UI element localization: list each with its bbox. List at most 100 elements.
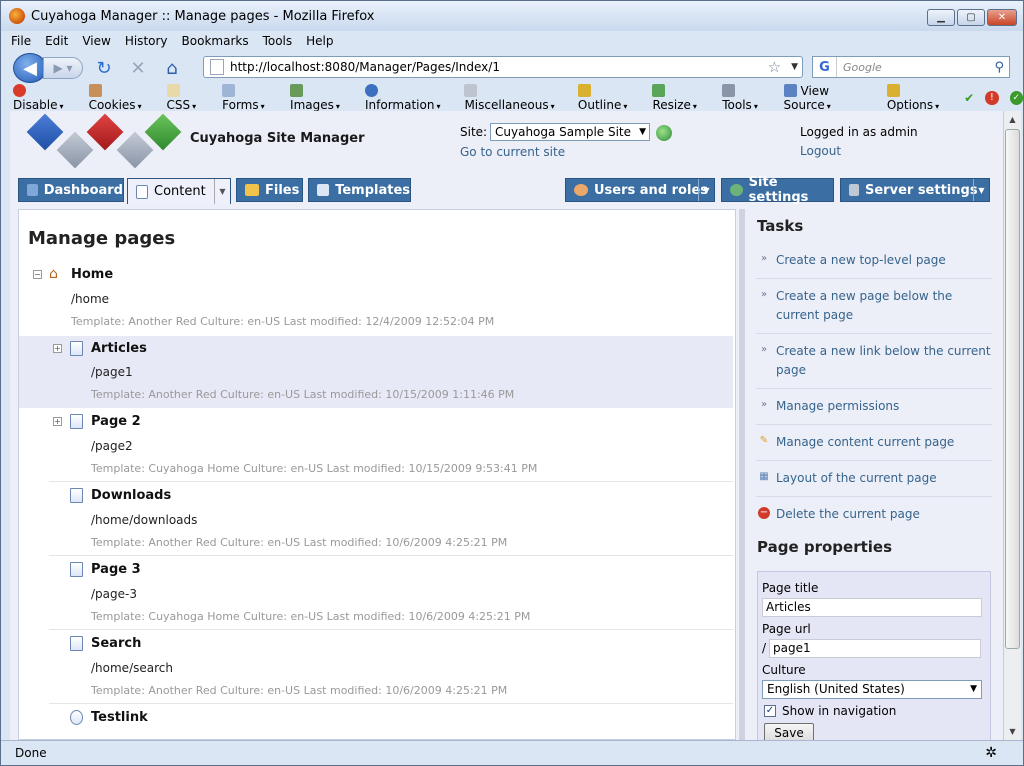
site-manager-title: Cuyahoga Site Manager: [190, 131, 365, 146]
tab-dashboard[interactable]: Dashboard: [18, 178, 124, 202]
page-title-input[interactable]: Articles: [762, 598, 982, 617]
webdev-disable[interactable]: Disable ▾: [13, 84, 78, 112]
tab-users-and-roles[interactable]: Users and roles ▼: [565, 178, 715, 202]
page-tree-item[interactable]: Testlink: [19, 704, 733, 740]
search-engine-icon[interactable]: G: [813, 57, 837, 77]
home-icon[interactable]: ⌂: [159, 55, 185, 81]
webdev-cookies[interactable]: Cookies ▾: [88, 84, 156, 112]
content-menu-caret[interactable]: ▼: [214, 179, 230, 204]
tab-files[interactable]: Files: [236, 178, 303, 202]
menu-help[interactable]: Help: [306, 34, 333, 48]
close-window-button[interactable]: ✕: [987, 9, 1017, 26]
webdev-information[interactable]: Information ▾: [364, 84, 453, 112]
page-name[interactable]: Downloads: [91, 488, 171, 503]
page-tree-item-selected[interactable]: + Articles /page1 Template: Another Red …: [19, 336, 733, 408]
menu-tools[interactable]: Tools: [263, 34, 293, 48]
menu-view[interactable]: View: [82, 34, 110, 48]
tab-content[interactable]: Content ▼: [127, 178, 231, 204]
go-to-current-site-link[interactable]: Go to current site: [460, 145, 565, 159]
forward-button[interactable]: ▶ ▾: [43, 57, 83, 79]
error-icon[interactable]: !: [985, 91, 999, 105]
reload-icon[interactable]: ↻: [91, 55, 117, 81]
webdev-tools[interactable]: Tools ▾: [722, 84, 772, 112]
page-path: /home/downloads: [91, 513, 198, 527]
ok-icon[interactable]: ✓: [1009, 91, 1023, 105]
task-delete-page[interactable]: − Delete the current page: [756, 497, 992, 532]
status-bar: Done ✲: [1, 740, 1023, 764]
task-layout[interactable]: ▦ Layout of the current page: [756, 461, 992, 497]
task-create-page-below[interactable]: » Create a new page below the current pag…: [756, 279, 992, 334]
task-manage-content[interactable]: ✎ Manage content current page: [756, 425, 992, 461]
menu-bookmarks[interactable]: Bookmarks: [182, 34, 249, 48]
site-select[interactable]: Cuyahoga Sample Site ▼: [490, 123, 650, 141]
webdev-images[interactable]: Images ▾: [290, 84, 354, 112]
page-path: /home/search: [91, 661, 173, 675]
search-icon[interactable]: ⚲: [994, 60, 1004, 75]
collapse-icon[interactable]: −: [33, 270, 42, 279]
link-icon: [70, 710, 83, 725]
webdev-forms[interactable]: Forms ▾: [222, 84, 279, 112]
scroll-thumb[interactable]: [1005, 129, 1020, 649]
tab-site-settings[interactable]: Site settings: [721, 175, 834, 205]
disable-icon: [13, 84, 26, 97]
webdev-options[interactable]: Options ▾: [886, 84, 953, 112]
search-box[interactable]: G Google ⚲: [812, 56, 1010, 78]
server-menu-caret[interactable]: ▼: [973, 179, 989, 201]
tab-templates[interactable]: Templates: [308, 178, 411, 202]
firebug-icon[interactable]: ✲: [985, 745, 997, 761]
search-input[interactable]: Google: [837, 61, 994, 74]
url-bar[interactable]: http://localhost:8080/Manager/Pages/Inde…: [203, 56, 803, 78]
users-menu-caret[interactable]: ▼: [698, 179, 714, 201]
globe-icon[interactable]: [656, 125, 672, 141]
page-tree-item[interactable]: + Page 2 /page2 Template: Cuyahoga Home …: [19, 408, 733, 482]
page-name[interactable]: Home: [71, 267, 113, 282]
page-tree-item[interactable]: Search /home/search Template: Another Re…: [19, 630, 733, 704]
webdev-resize[interactable]: Resize ▾: [652, 84, 711, 112]
webdev-outline[interactable]: Outline ▾: [577, 84, 642, 112]
menu-history[interactable]: History: [125, 34, 168, 48]
page-icon: [210, 59, 224, 75]
page-properties-form: Page title Articles Page url / page1 Cul…: [757, 571, 991, 740]
page-title: Manage pages: [28, 228, 176, 249]
page-tree-item[interactable]: − ⌂ Home /home Template: Another Red Cul…: [19, 264, 733, 336]
bookmark-star-icon[interactable]: ☆: [768, 58, 781, 76]
minimize-button[interactable]: ▁: [927, 9, 955, 26]
check-icon[interactable]: ✔: [964, 91, 974, 105]
scroll-down-icon[interactable]: ▼: [1004, 723, 1021, 740]
expand-icon[interactable]: +: [53, 344, 62, 353]
page-properties-title: Page properties: [757, 538, 893, 556]
webdev-miscellaneous[interactable]: Miscellaneous ▾: [464, 84, 566, 112]
checkbox-checked-icon[interactable]: ✓: [764, 705, 776, 717]
vertical-scrollbar[interactable]: ▲ ▼: [1003, 111, 1021, 740]
show-in-navigation-checkbox[interactable]: ✓ Show in navigation: [762, 704, 986, 718]
task-manage-permissions[interactable]: » Manage permissions: [756, 389, 992, 425]
save-button[interactable]: Save: [764, 723, 814, 740]
page-name[interactable]: Testlink: [91, 710, 148, 725]
task-create-top-level-page[interactable]: » Create a new top-level page: [756, 243, 992, 279]
url-dropdown-icon[interactable]: ▼: [791, 62, 798, 72]
stop-icon[interactable]: ✕: [125, 55, 151, 81]
logout-link[interactable]: Logout: [800, 144, 841, 158]
menu-file[interactable]: File: [11, 34, 31, 48]
page-name[interactable]: Search: [91, 636, 141, 651]
page-tree-item[interactable]: Page 3 /page-3 Template: Cuyahoga Home C…: [19, 556, 733, 630]
back-button[interactable]: ◀: [13, 53, 47, 83]
page-name[interactable]: Page 3: [91, 562, 141, 577]
webdev-css[interactable]: CSS ▾: [166, 84, 212, 112]
menu-edit[interactable]: Edit: [45, 34, 68, 48]
manage-pages-panel: Manage pages − ⌂ Home /home Template: An…: [18, 209, 736, 740]
page-path: /page-3: [91, 587, 137, 601]
culture-select[interactable]: English (United States) ▼: [762, 680, 982, 699]
webdev-view-source[interactable]: View Source ▾: [783, 84, 876, 112]
page-name[interactable]: Page 2: [91, 414, 141, 429]
maximize-button[interactable]: ▢: [957, 9, 985, 26]
page-url-input[interactable]: page1: [769, 639, 982, 658]
url-text[interactable]: http://localhost:8080/Manager/Pages/Inde…: [230, 60, 768, 74]
scroll-up-icon[interactable]: ▲: [1004, 111, 1021, 128]
task-create-link-below[interactable]: » Create a new link below the current pag…: [756, 334, 992, 389]
expand-icon[interactable]: +: [53, 417, 62, 426]
page-name[interactable]: Articles: [91, 341, 147, 356]
tab-server-settings[interactable]: Server settings ▼: [840, 178, 990, 202]
page-tree-item[interactable]: Downloads /home/downloads Template: Anot…: [19, 482, 733, 556]
panel-splitter[interactable]: [739, 209, 745, 740]
